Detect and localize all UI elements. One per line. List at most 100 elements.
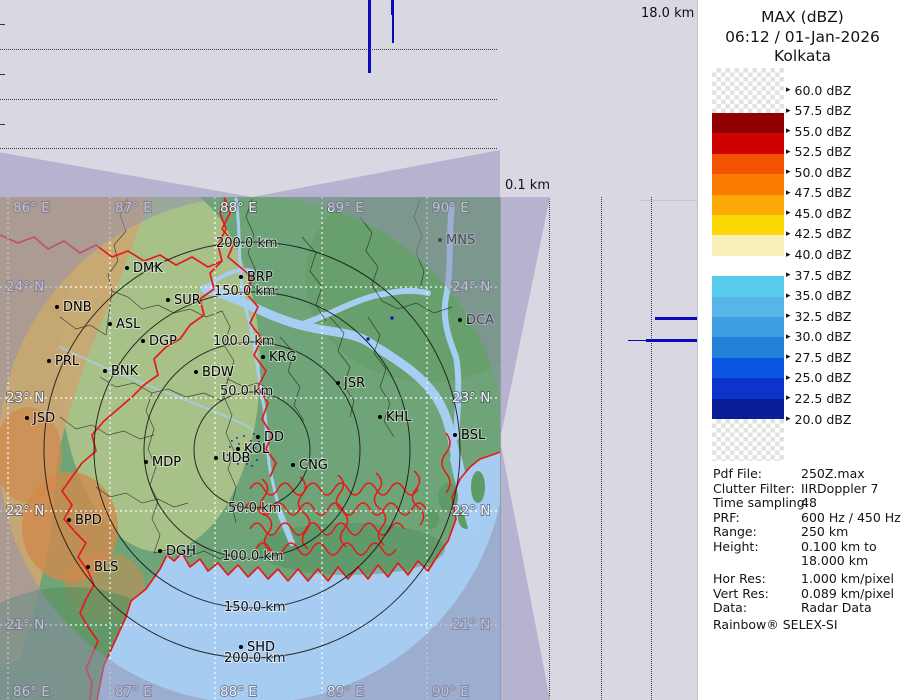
meta-row: Pdf File:250Z.max [713,466,903,481]
meta-label: Data: [713,600,747,615]
scale-tick-arrow-icon: ▸ [786,349,791,365]
graticule-label: 86° E [13,684,50,700]
city-label: MNS [446,233,475,248]
scale-band [712,317,784,337]
city-label: SUR [174,293,201,308]
scale-band [712,337,784,357]
height-tick [0,24,5,25]
scale-label: ▸ 40.0 dBZ [786,247,851,263]
meta-value: Radar Data [801,600,872,615]
profile-gridline [0,49,497,50]
range-ring-label: 150.0 km [224,600,286,615]
graticule-label: 23° N [6,390,44,406]
echo-spike [368,0,371,73]
city-marker [336,381,340,385]
city-label: SHD [247,640,275,655]
city-marker [67,518,71,522]
graticule-label: 89° E [327,684,364,700]
meta-value: 0.100 km to [801,539,877,554]
city-label: UDB [222,451,250,466]
scale-tick-arrow-icon: ▸ [786,288,791,304]
meta-value: 48 [801,495,817,510]
clutter-echo [243,435,245,437]
clutter-echo [256,459,258,461]
scale-tick-arrow-icon: ▸ [786,390,791,406]
scale-value: 40.0 dBZ [795,247,852,262]
graticule-label: 22° N [452,503,490,519]
scale-value: 55.0 dBZ [795,124,852,139]
city-label: DNB [63,300,92,315]
meta-value: 18.000 km [801,553,868,568]
graticule-label: 21° N [452,617,490,633]
scale-label: ▸45.0 dBZ [786,205,851,221]
scale-band-transparent [712,68,784,113]
scale-band [712,276,784,296]
city-marker [47,359,51,363]
min-height-label: 0.1 km [505,178,550,193]
city-label: KRG [269,350,297,365]
city-marker [158,549,162,553]
scale-value: 27.5 dBZ [795,350,852,365]
profile-gridline [549,197,550,700]
city-label: CNG [299,458,328,473]
city-marker [194,370,198,374]
meta-row: Clutter Filter:IIRDoppler 7 [713,481,903,496]
city-marker [25,416,29,420]
scale-band [712,215,784,235]
scale-value: 32.5 dBZ [795,309,852,324]
scale-band [712,297,784,317]
graticule-label: 24° N [6,279,44,295]
city-label: KHL [386,410,412,425]
city-marker [378,415,382,419]
scale-band [712,174,784,194]
scale-value: 30.0 dBZ [795,329,852,344]
scale-tick-arrow-icon: ▸ [786,144,791,160]
meta-value: 600 Hz / 450 Hz [801,510,901,525]
city-label: BSL [461,428,486,443]
city-marker [55,305,59,309]
scale-label: ▸55.0 dBZ [786,123,851,139]
scale-band [712,399,784,419]
scale-label: ▸25.0 dBZ [786,370,851,386]
city-marker [214,456,218,460]
meta-row: Height:0.100 km to [713,539,903,554]
city-marker [144,460,148,464]
meta-label: Vert Res: [713,586,769,601]
profile-gridline [0,148,497,149]
range-ring-label: 50.0 km [220,384,273,399]
clutter-echo [251,465,253,467]
scale-value: 22.5 dBZ [795,391,852,406]
meta-label: PRF: [713,510,740,525]
scale-band [712,154,784,174]
range-ring-label: 150.0 km [214,284,276,299]
height-tick [0,124,5,125]
meta-label: Hor Res: [713,571,766,586]
meta-label: Clutter Filter: [713,481,795,496]
radar-echo [391,317,394,320]
scale-tick-arrow-icon: ▸ [786,267,791,283]
city-marker [453,433,457,437]
beam-shadow-wedge [500,440,550,700]
scale-band [712,358,784,378]
clutter-echo [236,437,238,439]
clutter-echo [253,433,255,435]
scale-tick-arrow-icon: ▸ [786,411,791,427]
scale-tick-arrow-icon: ▸ [786,370,791,386]
city-label: DCA [466,313,494,328]
scale-label: ▸ 27.5 dBZ [786,349,851,365]
meta-value: 250 km [801,524,848,539]
city-marker [108,322,112,326]
city-label: DGP [149,334,177,349]
scale-tick-arrow-icon: ▸ [786,247,791,263]
scale-label: ▸32.5 dBZ [786,308,851,324]
city-label: JSR [343,376,365,391]
scale-label: ▸ 22.5 dBZ [786,390,851,406]
echo-spike [391,0,394,15]
scale-tick-arrow-icon: ▸ [786,82,791,98]
range-ring-label: 50.0 km [228,501,281,516]
scale-label: ▸50.0 dBZ [786,164,851,180]
legend-title: MAX (dBZ) 06:12 / 01-Jan-2026 Kolkata [698,8,906,67]
scale-label: ▸35.0 dBZ [786,288,851,304]
beam-shadow-wedge [0,150,252,197]
scale-label: ▸57.5 dBZ [786,103,851,119]
